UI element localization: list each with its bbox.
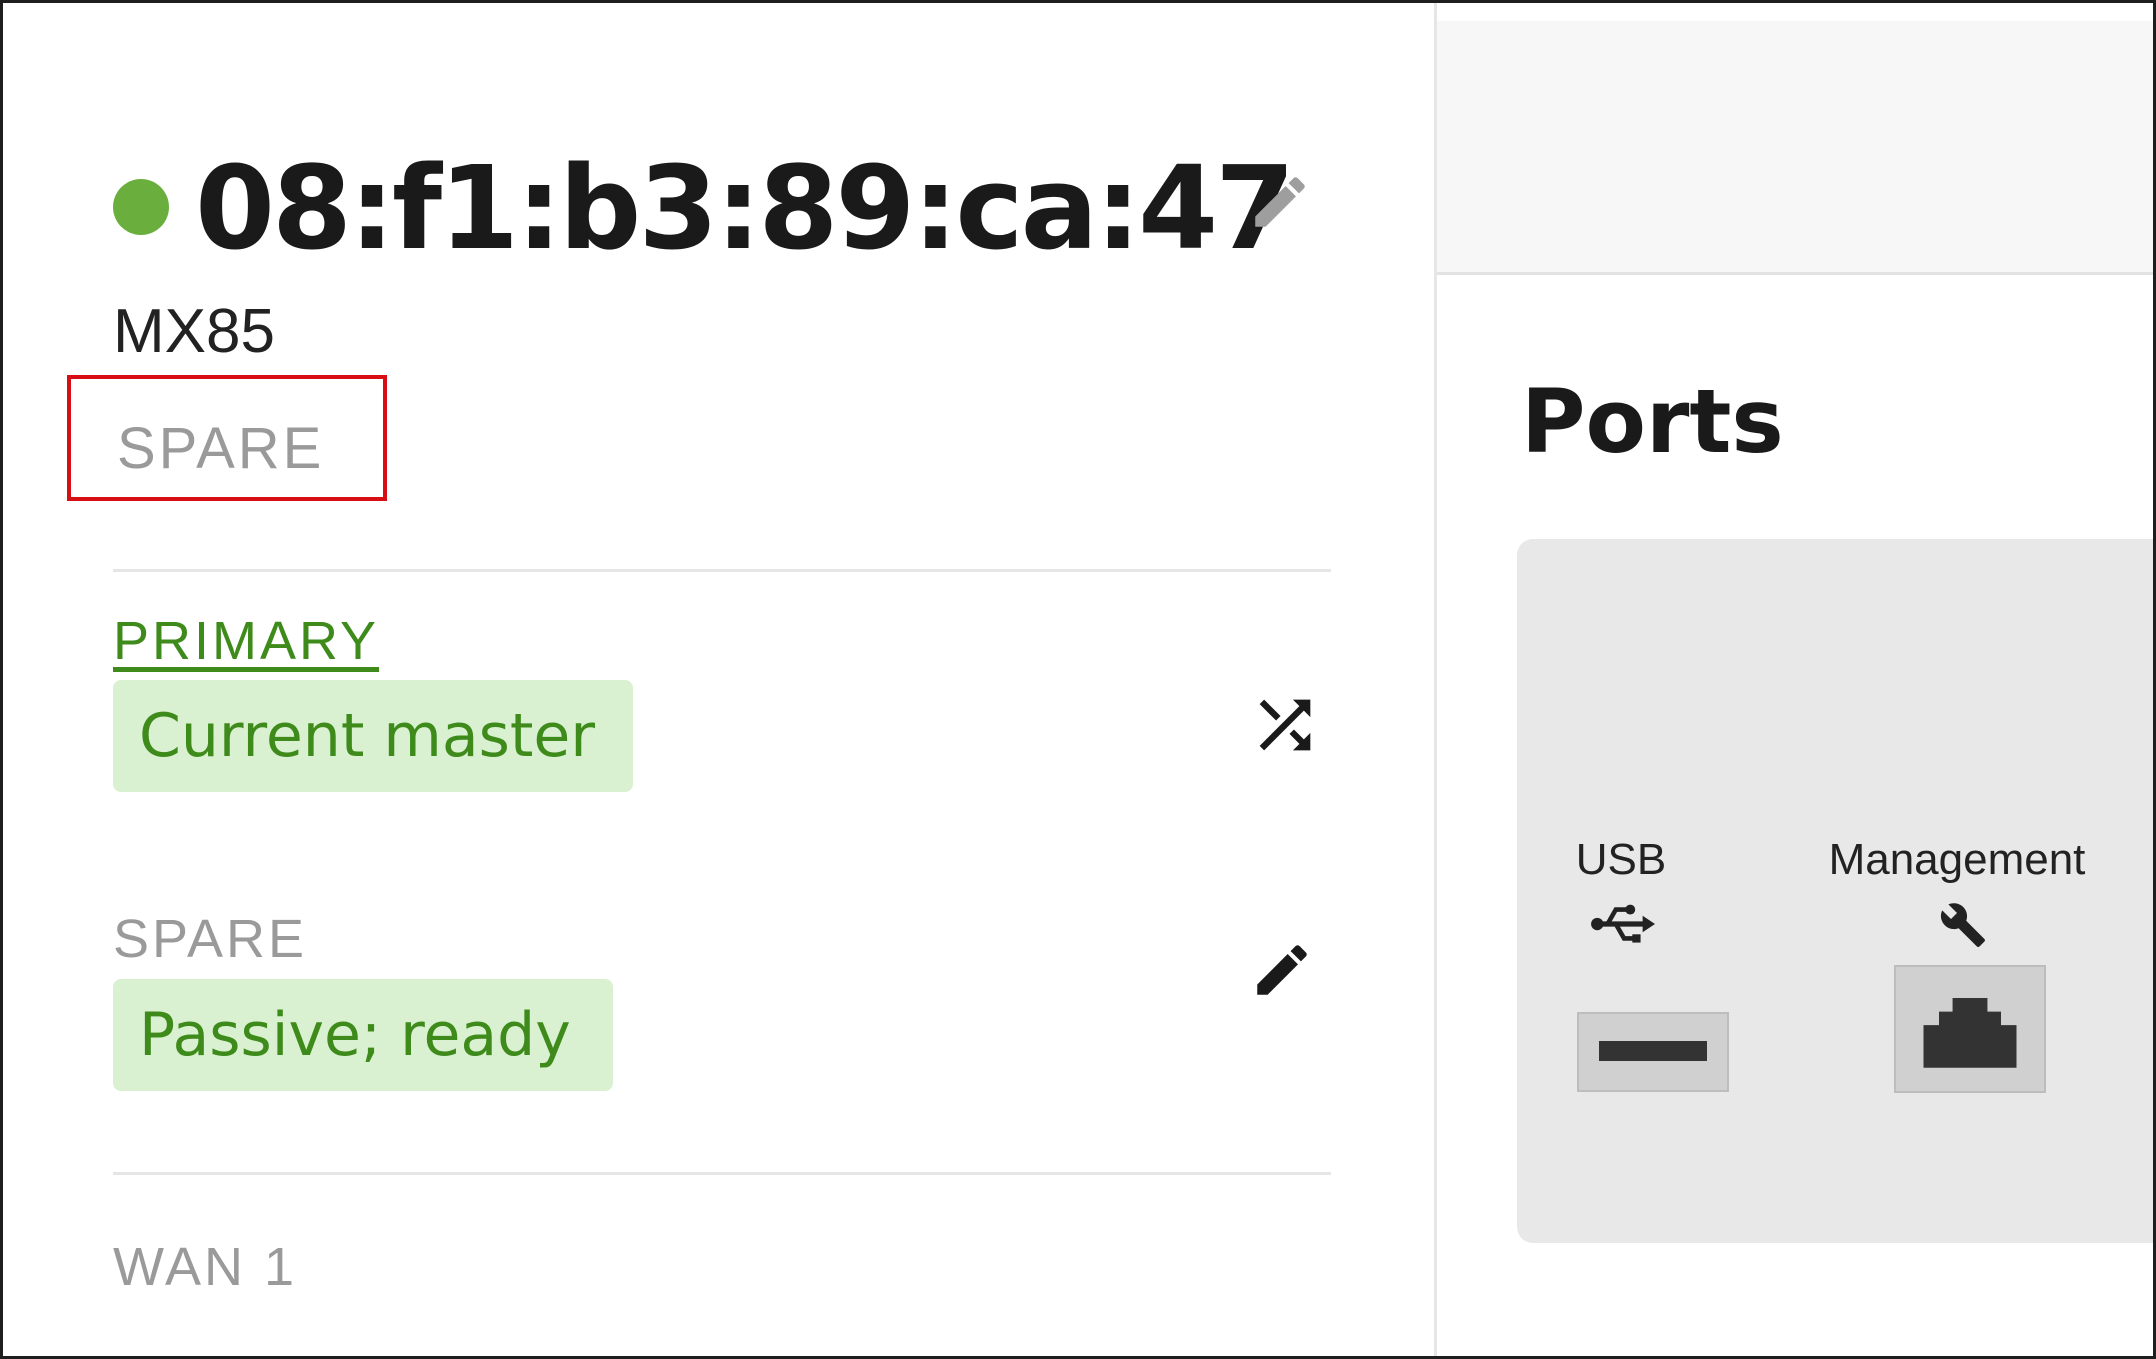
usb-port[interactable] — [1577, 1012, 1729, 1092]
primary-appliance-link[interactable]: PRIMARY — [113, 611, 379, 671]
role-highlight-box: SPARE — [67, 375, 387, 501]
section-divider — [113, 1172, 1331, 1175]
usb-port-slot — [1599, 1041, 1707, 1061]
ports-diagram — [1517, 539, 2153, 1243]
usb-icon — [1591, 904, 1655, 943]
device-role-label: SPARE — [117, 416, 325, 481]
edit-spare-pencil-icon[interactable] — [1249, 937, 1315, 1003]
section-divider — [113, 569, 1331, 572]
status-indicator — [113, 179, 169, 235]
ports-panel-header — [1437, 21, 2153, 275]
edit-name-pencil-icon[interactable] — [1247, 169, 1313, 235]
device-model: MX85 — [113, 297, 275, 366]
primary-status-badge: Current master — [113, 680, 633, 792]
device-name-title: 08:f1:b3:89:ca:47 — [195, 142, 1295, 276]
window-frame: 08:f1:b3:89:ca:47 MX85 SPARE PRIMARY Cur… — [0, 0, 2156, 1359]
ports-title: Ports — [1521, 370, 1784, 473]
wrench-icon — [1940, 903, 1985, 947]
management-port-label: Management — [1828, 835, 2086, 884]
management-port[interactable] — [1894, 965, 2046, 1093]
ports-panel: Ports USB Management — [1434, 3, 2153, 1356]
spare-label: SPARE — [113, 909, 308, 969]
spare-status-badge: Passive; ready — [113, 979, 613, 1091]
wan1-label: WAN 1 — [113, 1237, 298, 1297]
device-details-panel: 08:f1:b3:89:ca:47 MX85 SPARE PRIMARY Cur… — [3, 3, 1435, 1356]
swap-roles-shuffle-icon[interactable] — [1247, 687, 1323, 763]
usb-port-label: USB — [1575, 835, 1667, 884]
